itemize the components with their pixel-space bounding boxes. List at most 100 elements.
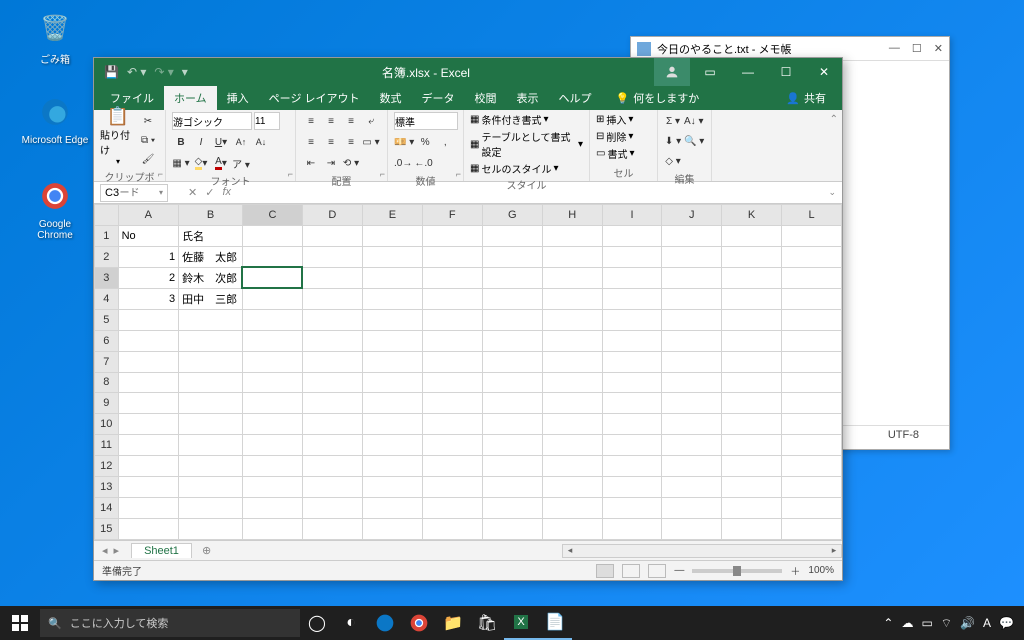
cell-H15[interactable] bbox=[542, 519, 602, 540]
cell-K8[interactable] bbox=[722, 372, 782, 393]
cell-I14[interactable] bbox=[602, 498, 662, 519]
task-view-button[interactable]: ◯ bbox=[300, 606, 334, 640]
decrease-indent-button[interactable]: ⇤ bbox=[302, 154, 320, 172]
cell-F2[interactable] bbox=[422, 246, 482, 267]
cell-E11[interactable] bbox=[362, 435, 422, 456]
cell-I5[interactable] bbox=[602, 309, 662, 330]
cell-G11[interactable] bbox=[482, 435, 542, 456]
column-header[interactable]: I bbox=[602, 205, 662, 226]
taskbar-store[interactable]: 🛍 bbox=[470, 606, 504, 640]
bold-button[interactable]: B bbox=[172, 133, 190, 151]
row-header[interactable]: 3 bbox=[95, 267, 119, 288]
dialog-launcher-icon[interactable]: ⌐ bbox=[288, 169, 293, 179]
desktop-chrome[interactable]: Google Chrome bbox=[20, 176, 90, 241]
expand-formula-bar-icon[interactable]: ⌄ bbox=[822, 187, 842, 198]
cell-D1[interactable] bbox=[302, 225, 362, 246]
cell-H13[interactable] bbox=[542, 477, 602, 498]
cell-C10[interactable] bbox=[242, 414, 302, 435]
cell-C12[interactable] bbox=[242, 456, 302, 477]
cell-F12[interactable] bbox=[422, 456, 482, 477]
cell-H4[interactable] bbox=[542, 288, 602, 309]
cell-K6[interactable] bbox=[722, 330, 782, 351]
cell-F6[interactable] bbox=[422, 330, 482, 351]
column-header[interactable]: K bbox=[722, 205, 782, 226]
cell-D6[interactable] bbox=[302, 330, 362, 351]
cell-E2[interactable] bbox=[362, 246, 422, 267]
cell-B12[interactable] bbox=[179, 456, 243, 477]
account-icon[interactable] bbox=[654, 58, 690, 86]
cell-J3[interactable] bbox=[662, 267, 722, 288]
column-header[interactable]: D bbox=[302, 205, 362, 226]
zoom-in-button[interactable]: ＋ bbox=[790, 563, 800, 578]
taskbar-chrome[interactable] bbox=[402, 606, 436, 640]
cell-C13[interactable] bbox=[242, 477, 302, 498]
cell-K10[interactable] bbox=[722, 414, 782, 435]
cell-F10[interactable] bbox=[422, 414, 482, 435]
cell-E4[interactable] bbox=[362, 288, 422, 309]
cell-K12[interactable] bbox=[722, 456, 782, 477]
tab-nav-next-icon[interactable]: ▸ bbox=[114, 544, 120, 557]
cell-F4[interactable] bbox=[422, 288, 482, 309]
cell-E5[interactable] bbox=[362, 309, 422, 330]
cell-G7[interactable] bbox=[482, 351, 542, 372]
row-header[interactable]: 12 bbox=[95, 456, 119, 477]
select-all-cell[interactable] bbox=[95, 205, 119, 226]
cell-B4[interactable]: 田中 三郎 bbox=[179, 288, 243, 309]
cell-D4[interactable] bbox=[302, 288, 362, 309]
row-header[interactable]: 10 bbox=[95, 414, 119, 435]
zoom-slider[interactable] bbox=[692, 569, 782, 573]
align-left-button[interactable]: ≡ bbox=[302, 133, 320, 151]
redo-icon[interactable]: ↷ ▾ bbox=[154, 65, 173, 79]
taskbar-explorer[interactable]: 📁 bbox=[436, 606, 470, 640]
spreadsheet-grid[interactable]: ABCDEFGHIJKL1No氏名21佐藤 太郎32鈴木 次郎43田中 三郎56… bbox=[94, 204, 842, 540]
cell-E14[interactable] bbox=[362, 498, 422, 519]
qat-dropdown-icon[interactable]: ▾ bbox=[182, 65, 188, 79]
cell-E12[interactable] bbox=[362, 456, 422, 477]
cell-I1[interactable] bbox=[602, 225, 662, 246]
taskbar-excel[interactable]: X bbox=[504, 606, 538, 640]
row-header[interactable]: 7 bbox=[95, 351, 119, 372]
minimize-button[interactable]: ― bbox=[730, 58, 766, 86]
notification-icon[interactable]: 💬 bbox=[999, 616, 1014, 630]
cell-C8[interactable] bbox=[242, 372, 302, 393]
cell-F5[interactable] bbox=[422, 309, 482, 330]
cell-L1[interactable] bbox=[782, 225, 842, 246]
cell-E6[interactable] bbox=[362, 330, 422, 351]
cell-G2[interactable] bbox=[482, 246, 542, 267]
format-table-button[interactable]: ▦テーブルとして書式設定 ▾ bbox=[470, 129, 583, 159]
cell-H9[interactable] bbox=[542, 393, 602, 414]
cell-J6[interactable] bbox=[662, 330, 722, 351]
cell-L13[interactable] bbox=[782, 477, 842, 498]
fill-button[interactable]: ⬇ ▾ bbox=[664, 132, 682, 150]
cell-A14[interactable] bbox=[118, 498, 178, 519]
cell-H3[interactable] bbox=[542, 267, 602, 288]
cell-A2[interactable]: 1 bbox=[118, 246, 178, 267]
border-button[interactable]: ▦ ▾ bbox=[172, 154, 190, 172]
cell-L7[interactable] bbox=[782, 351, 842, 372]
cell-K11[interactable] bbox=[722, 435, 782, 456]
cell-K2[interactable] bbox=[722, 246, 782, 267]
increase-decimal-button[interactable]: .0→ bbox=[394, 154, 412, 172]
ribbon-display-icon[interactable]: ▭ bbox=[692, 58, 728, 86]
save-icon[interactable]: 💾 bbox=[104, 65, 119, 79]
format-cells-button[interactable]: ▭書式 ▾ bbox=[596, 146, 651, 161]
wifi-icon[interactable]: ⌔ bbox=[941, 616, 952, 631]
cell-L2[interactable] bbox=[782, 246, 842, 267]
font-name-input[interactable] bbox=[172, 112, 252, 130]
cell-K13[interactable] bbox=[722, 477, 782, 498]
cell-B3[interactable]: 鈴木 次郎 bbox=[179, 267, 243, 288]
maximize-button[interactable]: ☐ bbox=[768, 58, 804, 86]
zoom-level[interactable]: 100% bbox=[808, 565, 834, 576]
phonetic-button[interactable]: ア ▾ bbox=[232, 154, 250, 172]
cell-G14[interactable] bbox=[482, 498, 542, 519]
cell-I3[interactable] bbox=[602, 267, 662, 288]
cell-G8[interactable] bbox=[482, 372, 542, 393]
cell-B7[interactable] bbox=[179, 351, 243, 372]
italic-button[interactable]: I bbox=[192, 133, 210, 151]
cell-G5[interactable] bbox=[482, 309, 542, 330]
column-header[interactable]: F bbox=[422, 205, 482, 226]
tab-review[interactable]: 校閲 bbox=[465, 86, 507, 110]
cell-H5[interactable] bbox=[542, 309, 602, 330]
cell-D13[interactable] bbox=[302, 477, 362, 498]
cell-H10[interactable] bbox=[542, 414, 602, 435]
